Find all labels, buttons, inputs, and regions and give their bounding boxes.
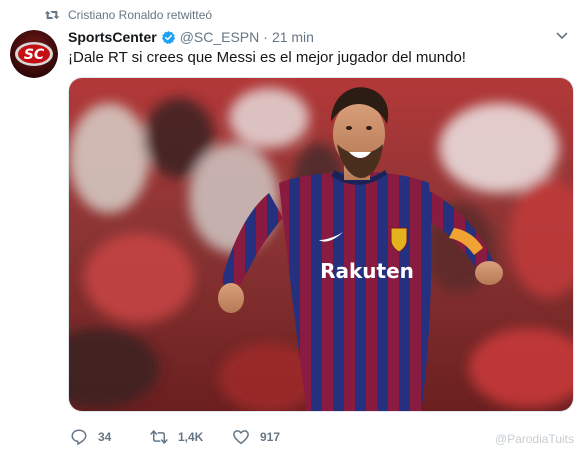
shirt-sponsor-text: Rakuten — [320, 259, 414, 283]
tweet-photo[interactable]: Rakuten — [68, 77, 574, 412]
separator-dot: · — [263, 29, 268, 45]
reply-button[interactable]: 34 — [70, 428, 150, 446]
author-handle[interactable]: @SC_ESPN — [180, 29, 260, 45]
avatar[interactable]: SC — [10, 30, 58, 78]
avatar-logo-text: SC — [24, 47, 45, 63]
messi-celebration-photo: Rakuten — [69, 78, 573, 411]
retweet-context: Cristiano Ronaldo retwitteó — [44, 8, 212, 22]
sportscenter-logo: SC — [10, 30, 58, 78]
tweet-actions: 34 1,4K 917 — [70, 428, 312, 446]
author-name[interactable]: SportsCenter — [68, 29, 157, 45]
retweet-count: 1,4K — [178, 430, 204, 444]
like-count: 917 — [260, 430, 281, 444]
verified-badge-icon — [161, 30, 175, 44]
tweet-timestamp[interactable]: 21 min — [272, 29, 314, 45]
tweet-header: SportsCenter @SC_ESPN · 21 min — [68, 29, 314, 45]
tweet-text: ¡Dale RT si crees que Messi es el mejor … — [68, 49, 466, 66]
reply-icon — [71, 429, 87, 445]
heart-icon — [233, 430, 249, 445]
reply-count: 34 — [98, 430, 112, 444]
retweet-context-label: Cristiano Ronaldo retwitteó — [68, 8, 213, 22]
retweet-icon — [150, 430, 168, 444]
retweet-icon — [44, 11, 60, 19]
chevron-down-icon[interactable] — [556, 30, 568, 42]
retweet-button[interactable]: 1,4K — [150, 428, 232, 446]
like-button[interactable]: 917 — [232, 428, 312, 446]
watermark: @ParodiaTuits — [494, 432, 574, 446]
